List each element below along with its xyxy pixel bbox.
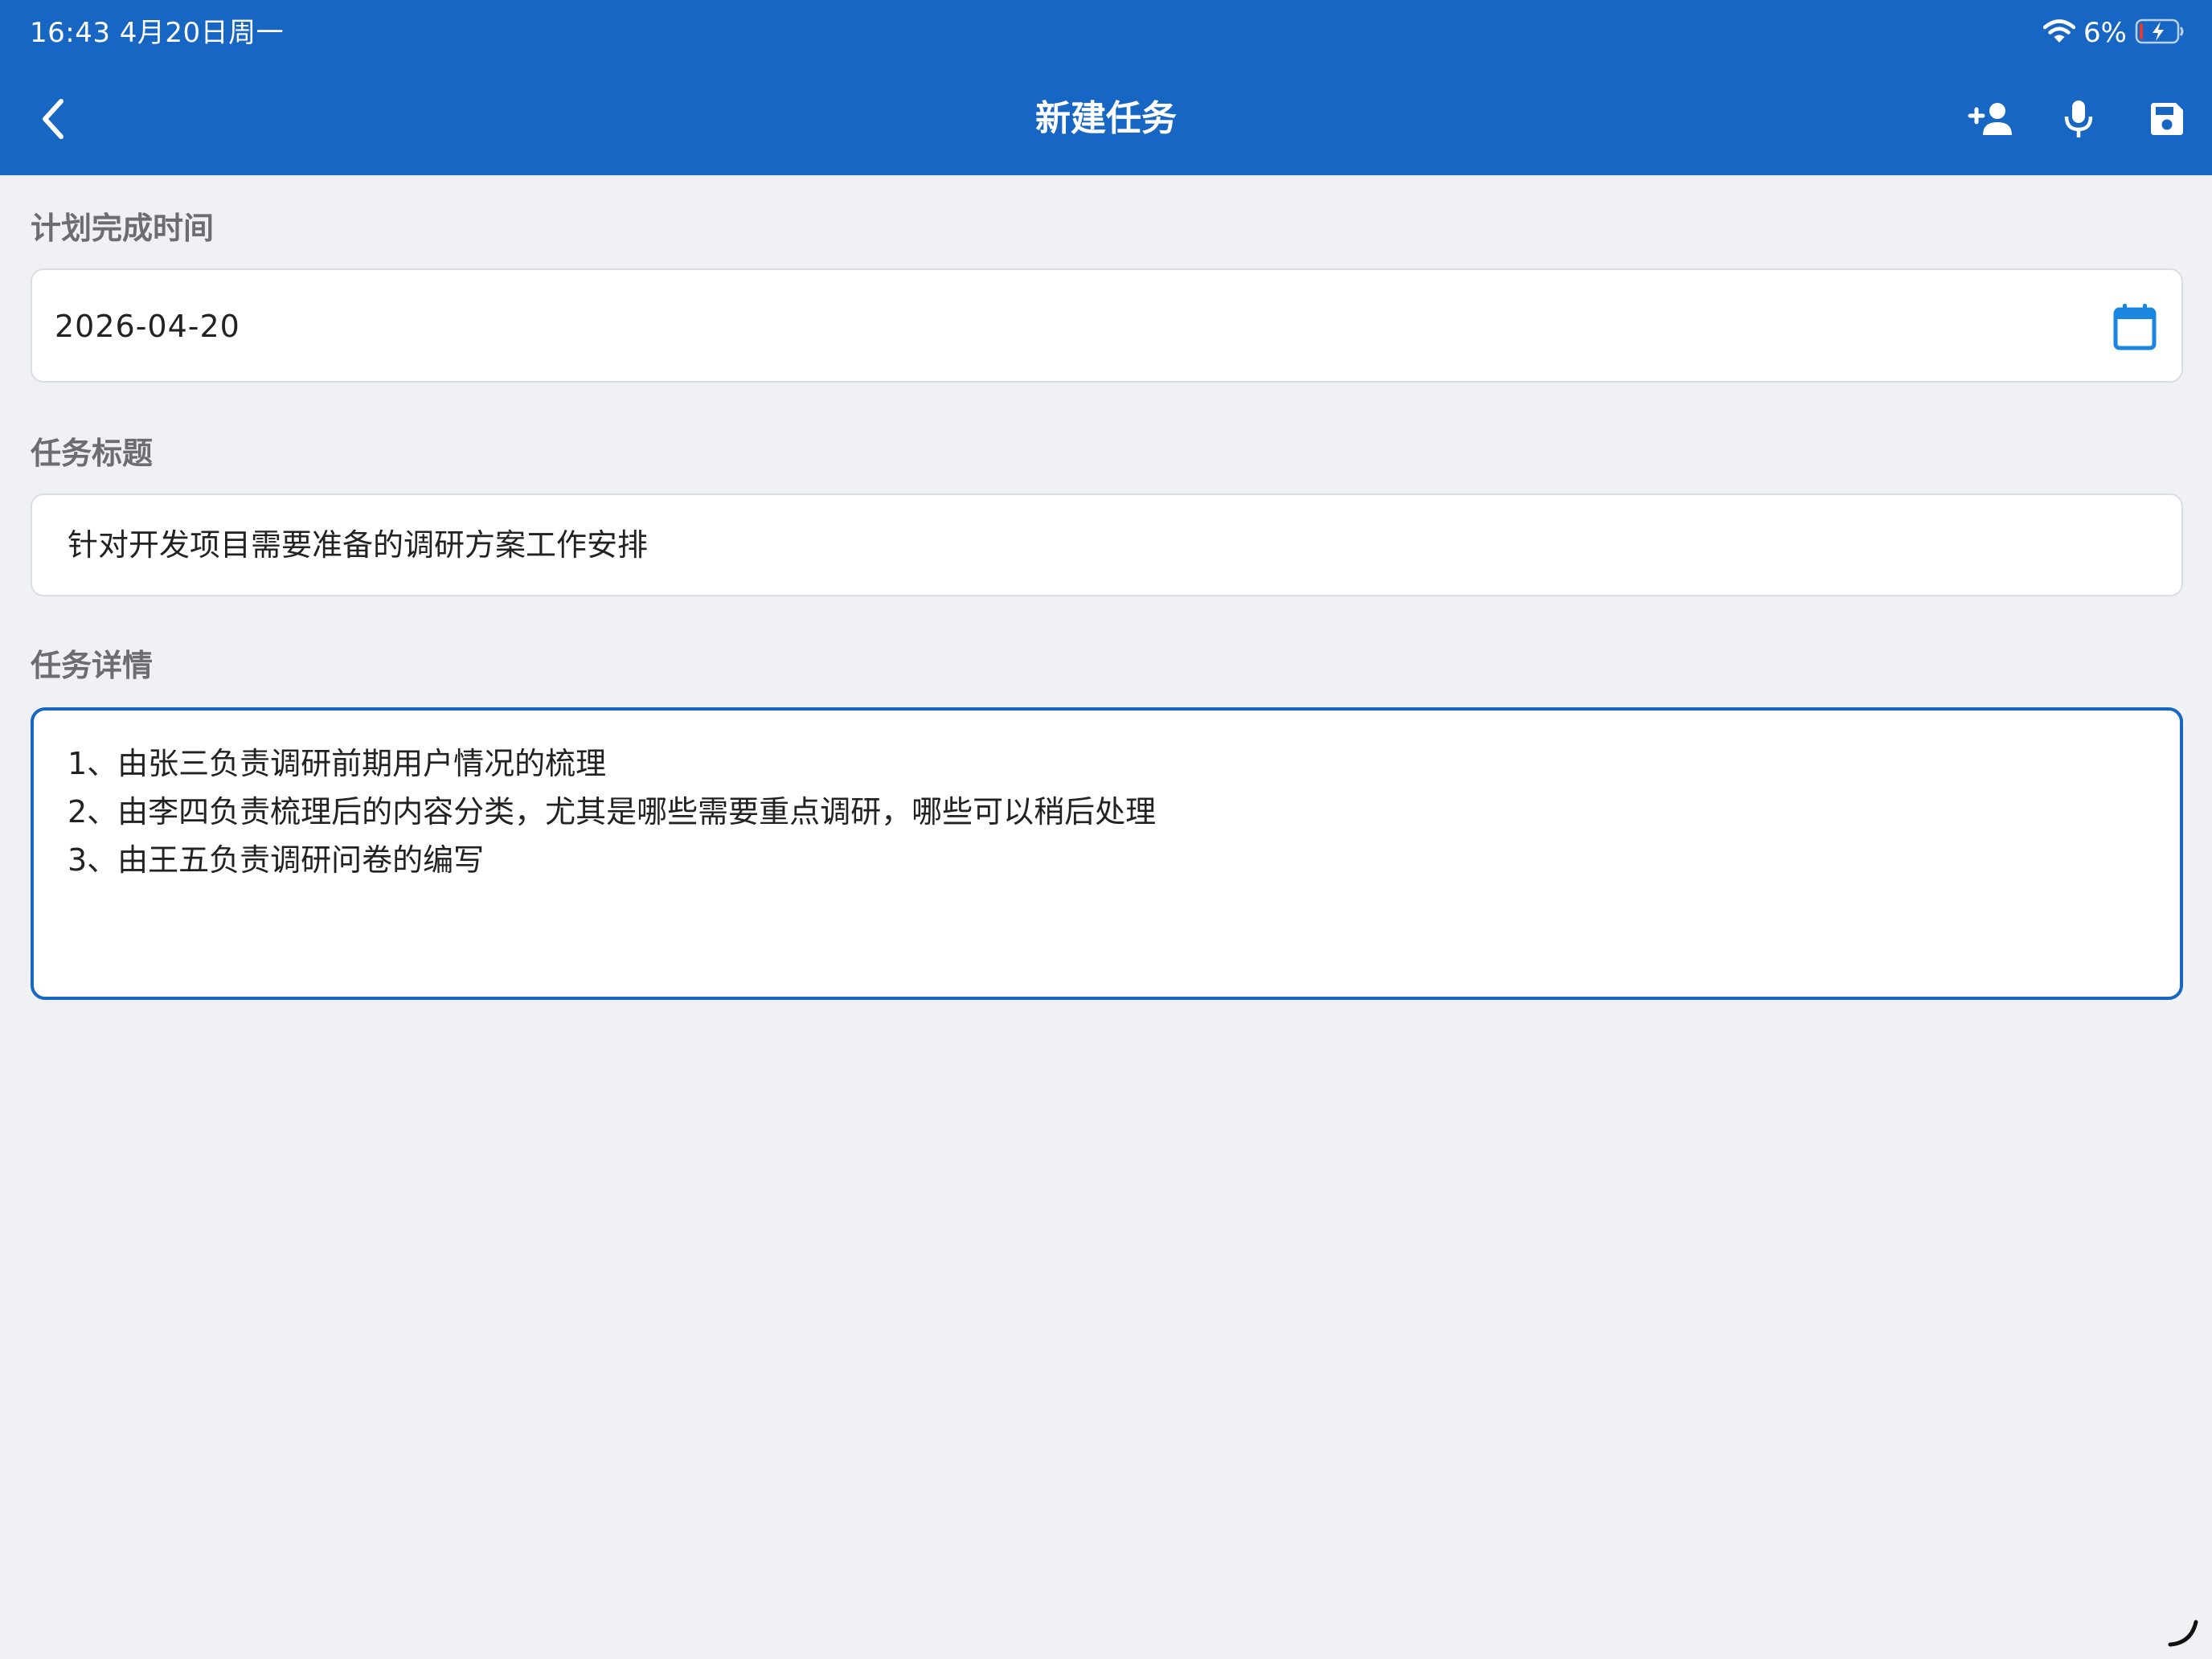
add-user-button[interactable]: [1960, 88, 2021, 150]
planned-date-label: 计划完成时间: [31, 211, 215, 246]
task-detail-textarea[interactable]: 1、由张三负责调研前期用户情况的梳理 2、由李四负责梳理后的内容分类，尤其是哪些…: [31, 707, 2183, 1000]
task-title-input[interactable]: 针对开发项目需要准备的调研方案工作安排: [31, 494, 2183, 596]
save-icon: [2151, 103, 2183, 135]
save-button[interactable]: [2136, 88, 2198, 150]
task-detail-label: 任务详情: [31, 648, 154, 683]
status-time-date: 16:43 4月20日周一: [30, 17, 285, 49]
planned-date-field[interactable]: 2026-04-20: [31, 268, 2183, 383]
task-title-value: 针对开发项目需要准备的调研方案工作安排: [68, 527, 649, 563]
microphone-icon: [2064, 100, 2093, 137]
battery-percent: 6%: [2083, 17, 2127, 49]
task-detail-line: 1、由张三负责调研前期用户情况的梳理: [68, 746, 607, 781]
add-user-icon: [1968, 103, 2012, 135]
task-detail-line: 3、由王五负责调研问卷的编写: [68, 842, 485, 878]
calendar-icon[interactable]: [2111, 302, 2159, 352]
battery-charging-icon: [2135, 18, 2185, 47]
wifi-icon: [2042, 18, 2076, 47]
resize-handle-icon: [2167, 1616, 2199, 1648]
voice-input-button[interactable]: [2048, 88, 2109, 150]
task-title-label: 任务标题: [31, 436, 154, 471]
planned-date-value: 2026-04-20: [55, 309, 240, 344]
task-detail-line: 2、由李四负责梳理后的内容分类，尤其是哪些需要重点调研，哪些可以稍后处理: [68, 794, 1157, 830]
app-header: 16:43 4月20日周一 6% 新建任务: [0, 0, 2212, 175]
page-title: 新建任务: [1035, 98, 1177, 139]
status-indicators: 6%: [2042, 13, 2185, 53]
